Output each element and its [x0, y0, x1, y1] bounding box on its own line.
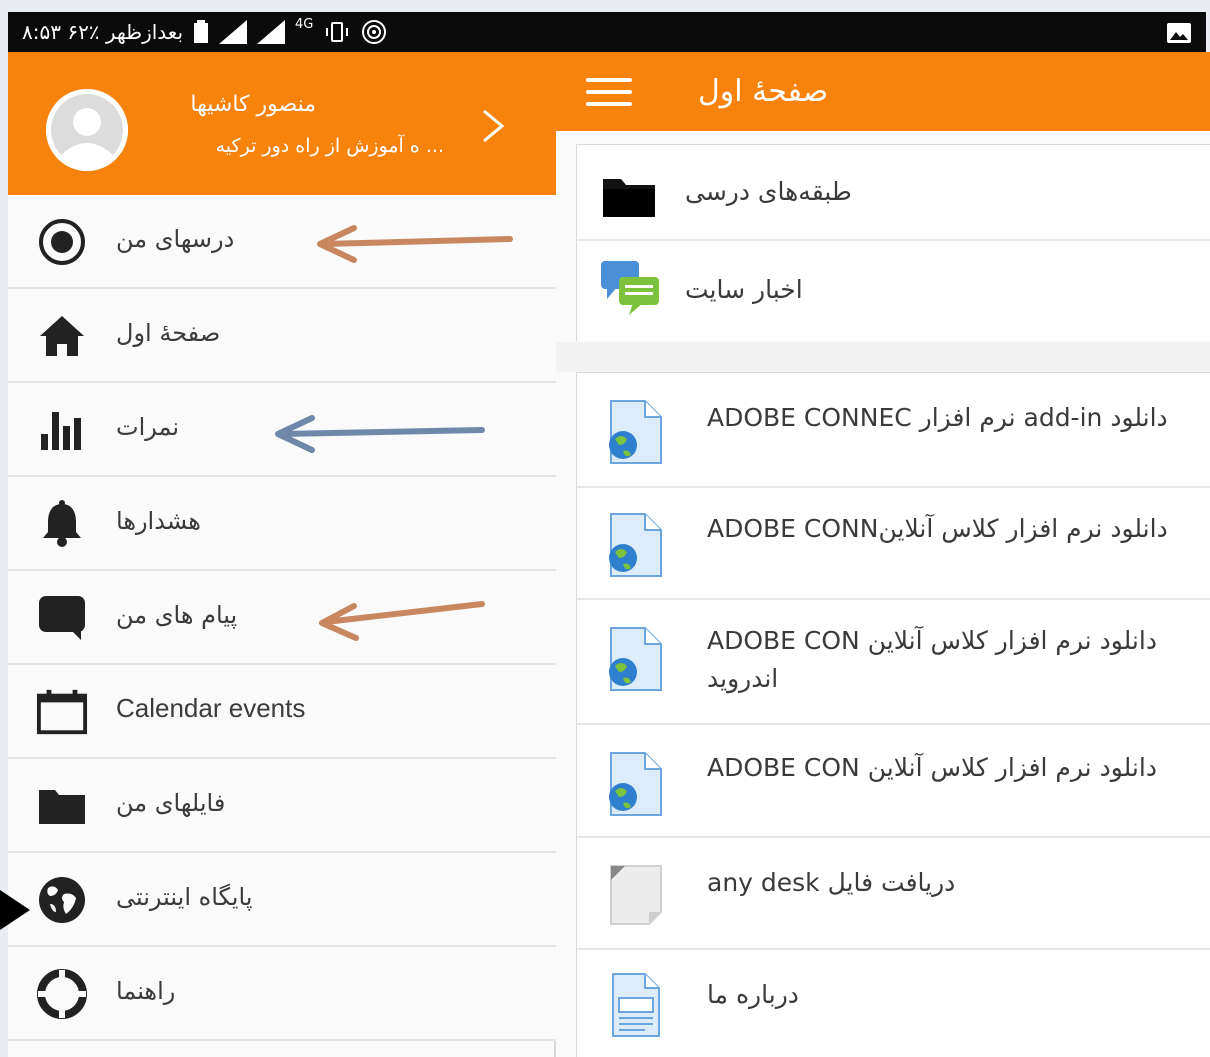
drawer-item-label: نمرات: [116, 413, 180, 441]
drawer-item-label: درسهای من: [116, 225, 235, 253]
web-file-icon: [609, 400, 662, 464]
drawer-item-home[interactable]: صفحهٔ اول: [8, 289, 556, 383]
drawer-item-label: Calendar events: [116, 693, 306, 723]
home-icon: [36, 311, 88, 361]
menu-icon[interactable]: [586, 78, 632, 108]
bar-chart-icon: [36, 405, 88, 455]
bell-icon: [36, 499, 88, 549]
list-item-resource[interactable]: درباره ما: [577, 950, 1210, 1057]
main-content: صفحهٔ اول طبقه‌های درسی اخبار سایت دانلو…: [556, 52, 1210, 1057]
web-file-icon: [609, 752, 662, 816]
section-divider: [556, 342, 1210, 372]
calendar-icon: [36, 687, 88, 737]
list-item-label: دانلود نرم افزار کلاس آنلاین ADOBE CON: [707, 753, 1157, 782]
list-item-resource[interactable]: دانلود نرم افزار کلاس آنلاینADOBE CONN: [577, 488, 1210, 600]
web-file-icon: [609, 627, 662, 691]
list-item-site-news[interactable]: اخبار سایت: [577, 241, 1210, 341]
list-item-label: دانلود add-in نرم افزار ADOBE CONNEC: [707, 403, 1168, 432]
vibrate-icon: [326, 22, 349, 42]
drawer-item-help[interactable]: راهنما: [8, 947, 556, 1041]
gallery-icon: [1167, 23, 1191, 43]
avatar-placeholder-icon: [46, 89, 128, 171]
drawer-item-notifications[interactable]: هشدارها: [8, 477, 556, 571]
list-item-label: طبقه‌های درسی: [685, 177, 852, 206]
chat-bubble-icon: [36, 593, 88, 643]
drawer-header[interactable]: منصور کاشیها ... ه آموزش از راه دور ترکی…: [8, 52, 556, 195]
globe-icon: [36, 875, 88, 925]
annotation-arrow-icon: [317, 225, 513, 263]
drawer-item-label: صفحهٔ اول: [116, 319, 221, 347]
drawer-item-calendar[interactable]: Calendar events: [8, 665, 556, 759]
signal-icon-2: [257, 20, 286, 44]
drawer-item-label: فایلهای من: [116, 789, 226, 817]
status-bar-indicators: ۸:۵۳ ۶۲٪ بعدازظهر 4G: [22, 16, 387, 46]
list-item-label: دانلود نرم افزار کلاس آنلاین ADOBE CON: [707, 626, 1157, 655]
network-type: 4G: [295, 16, 314, 32]
avatar[interactable]: [46, 89, 128, 171]
record-icon: [36, 217, 88, 267]
course-content-card: دانلود add-in نرم افزار ADOBE CONNEC دان…: [576, 372, 1210, 1057]
signal-icon: [219, 20, 248, 44]
list-item-label: دانلود نرم افزار کلاس آنلاینADOBE CONN: [707, 514, 1168, 543]
list-item-label: دریافت فایل any desk: [707, 868, 956, 897]
list-item-label: اخبار سایت: [685, 275, 803, 304]
page-title: صفحهٔ اول: [698, 74, 829, 109]
file-icon: [610, 865, 662, 925]
annotation-arrow-icon: [275, 415, 485, 453]
forum-icon: [601, 261, 659, 315]
list-item-resource[interactable]: دانلود نرم افزار کلاس آنلاین ADOBE CON ا…: [577, 600, 1210, 725]
hotspot-icon: [362, 20, 387, 44]
list-item-label: درباره ما: [707, 980, 799, 1009]
folder-icon: [603, 179, 655, 217]
list-item-resource[interactable]: دریافت فایل any desk: [577, 838, 1210, 950]
drawer-item-label: هشدارها: [116, 507, 201, 535]
top-app-bar: صفحهٔ اول: [556, 52, 1210, 131]
status-bar: ۸:۵۳ ۶۲٪ بعدازظهر 4G: [8, 12, 1206, 52]
pointer-arrow-icon: [0, 890, 30, 930]
folder-icon: [36, 781, 88, 831]
user-name: منصور کاشیها: [190, 92, 316, 117]
drawer-item-label: راهنما: [116, 977, 176, 1005]
user-org: ... ه آموزش از راه دور ترکیه: [215, 135, 444, 157]
list-item-resource[interactable]: دانلود add-in نرم افزار ADOBE CONNEC: [577, 373, 1210, 488]
lifebuoy-icon: [36, 969, 88, 1019]
top-links-card: طبقه‌های درسی اخبار سایت: [576, 144, 1210, 341]
web-file-icon: [609, 513, 662, 577]
drawer-item-label: پیام های من: [116, 601, 238, 629]
chevron-right-icon[interactable]: [478, 108, 508, 144]
battery-icon: [194, 20, 209, 43]
drawer-item-my-files[interactable]: فایلهای من: [8, 759, 556, 853]
page-icon: [612, 973, 660, 1037]
drawer-item-website[interactable]: پایگاه اینترنتی: [8, 853, 556, 947]
annotation-arrow-icon: [319, 601, 485, 641]
list-item-resource[interactable]: دانلود نرم افزار کلاس آنلاین ADOBE CON: [577, 725, 1210, 838]
navigation-drawer: منصور کاشیها ... ه آموزش از راه دور ترکی…: [8, 52, 556, 1057]
list-item-label-line2: اندروید: [707, 664, 779, 693]
status-time-battery: ۸:۵۳ ۶۲٪ بعدازظهر: [22, 20, 184, 44]
drawer-item-label: پایگاه اینترنتی: [116, 883, 253, 911]
list-item-course-categories[interactable]: طبقه‌های درسی: [577, 145, 1210, 241]
